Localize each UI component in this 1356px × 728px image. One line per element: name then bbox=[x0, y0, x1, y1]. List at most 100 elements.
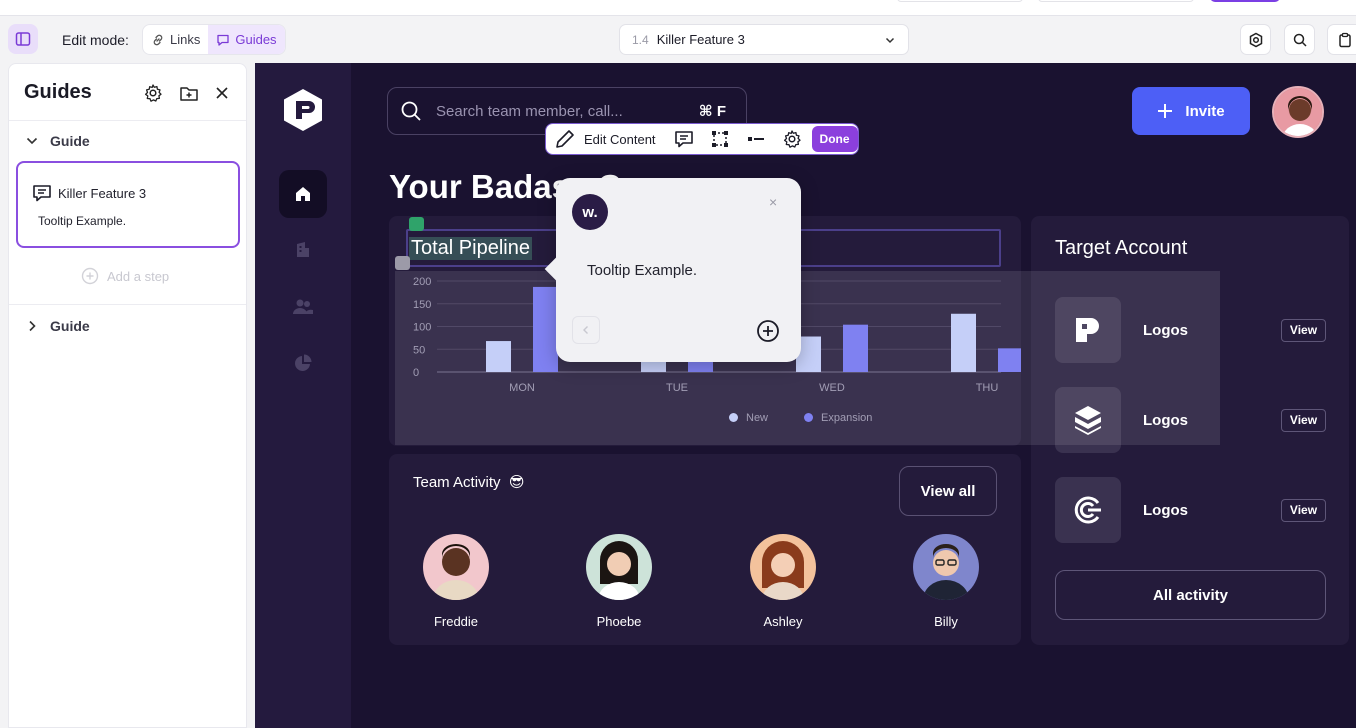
guide-group-label: Guide bbox=[50, 318, 90, 334]
step-card-header: Killer Feature 3 bbox=[32, 183, 146, 203]
step-select-dropdown[interactable]: 1.4 Killer Feature 3 bbox=[619, 24, 909, 55]
user-avatar[interactable] bbox=[1272, 86, 1324, 138]
guides-panel-title: Guides bbox=[24, 81, 92, 103]
guides-panel: Guides Guide Killer Feature 3 Tooltip Ex… bbox=[8, 63, 247, 728]
sidebar-icon bbox=[15, 32, 31, 46]
avatar bbox=[586, 534, 652, 600]
top-purple-button[interactable] bbox=[1210, 0, 1280, 2]
nav-companies[interactable] bbox=[279, 226, 327, 274]
pie-chart-icon bbox=[295, 354, 312, 371]
divider bbox=[9, 120, 246, 121]
top-ghost-control bbox=[1038, 0, 1194, 2]
chevron-right-icon bbox=[29, 320, 36, 332]
tooltip-close-icon[interactable]: × bbox=[769, 194, 777, 210]
clipboard-button[interactable] bbox=[1327, 24, 1356, 55]
edit-mode-label: Edit mode: bbox=[62, 32, 129, 48]
editor-toolbar: Edit mode: Links Guides 1.4 Killer Featu… bbox=[0, 16, 1356, 63]
account-view-button[interactable]: View bbox=[1281, 408, 1326, 432]
plus-circle-icon bbox=[81, 267, 99, 285]
tooltip-prev-button[interactable] bbox=[572, 316, 600, 344]
all-activity-button[interactable]: All activity bbox=[1055, 570, 1326, 620]
step-marker-badge[interactable] bbox=[409, 217, 424, 231]
selection-highlight-overlay bbox=[395, 271, 1220, 445]
search-shortcut: ⌘ F bbox=[698, 103, 726, 120]
add-button-icon[interactable] bbox=[756, 319, 780, 343]
step-settings-button[interactable] bbox=[774, 124, 810, 154]
browser-top-strip bbox=[0, 0, 1356, 16]
team-member-name: Ashley bbox=[763, 614, 803, 629]
edit-content-button[interactable]: Edit Content bbox=[554, 124, 666, 154]
chevron-down-icon bbox=[26, 137, 38, 145]
account-logo bbox=[1055, 477, 1121, 543]
guides-mode-button[interactable]: Guides bbox=[208, 25, 285, 54]
plus-icon bbox=[1158, 104, 1173, 118]
links-mode-button[interactable]: Links bbox=[143, 25, 208, 54]
guide-group-expanded[interactable]: Guide bbox=[26, 133, 90, 149]
team-member-billy[interactable]: Billy bbox=[906, 534, 986, 629]
avatar bbox=[423, 534, 489, 600]
nav-reports[interactable] bbox=[279, 339, 327, 387]
app-logo bbox=[284, 89, 322, 131]
tooltip-text[interactable]: Tooltip Example. bbox=[587, 262, 697, 279]
invite-button[interactable]: Invite bbox=[1132, 87, 1250, 135]
new-folder-button[interactable] bbox=[178, 82, 200, 104]
tooltip-step-icon bbox=[33, 185, 51, 202]
avatar-portrait bbox=[1274, 88, 1322, 136]
edit-mode-switch: Links Guides bbox=[142, 24, 286, 55]
search-icon bbox=[1293, 33, 1307, 47]
element-handle-badge[interactable] bbox=[395, 256, 410, 270]
guides-mode-label: Guides bbox=[235, 32, 277, 47]
guide-tooltip: w. × Tooltip Example. bbox=[556, 178, 801, 362]
pencil-icon bbox=[556, 130, 574, 148]
search-placeholder: Search team member, call... bbox=[436, 102, 623, 120]
account-row: Logos View bbox=[1055, 477, 1326, 543]
folder-plus-icon bbox=[180, 87, 198, 101]
step-card-description: Tooltip Example. bbox=[38, 214, 127, 228]
search-button[interactable] bbox=[1284, 24, 1315, 55]
select-element-button[interactable] bbox=[702, 124, 738, 154]
guide-group-collapsed[interactable]: Guide bbox=[26, 318, 90, 334]
close-panel-button[interactable] bbox=[211, 82, 233, 104]
chevron-left-icon bbox=[583, 326, 588, 334]
invite-label: Invite bbox=[1185, 102, 1225, 120]
team-activity-card: Team Activity 😎 View all Freddie Phoebe … bbox=[389, 454, 1021, 645]
search-icon bbox=[401, 101, 421, 121]
account-view-button[interactable]: View bbox=[1281, 318, 1326, 342]
team-member-name: Billy bbox=[934, 614, 958, 629]
layout-button[interactable] bbox=[738, 124, 774, 154]
done-button[interactable]: Done bbox=[811, 126, 858, 152]
edit-content-label: Edit Content bbox=[584, 131, 656, 147]
gear-icon bbox=[783, 130, 801, 148]
nav-home[interactable] bbox=[279, 170, 327, 218]
tooltip-type-button[interactable] bbox=[666, 124, 702, 154]
account-view-button[interactable]: View bbox=[1281, 498, 1326, 522]
add-step-button[interactable]: Add a step bbox=[81, 267, 169, 285]
users-icon bbox=[293, 299, 313, 314]
target-button[interactable] bbox=[1240, 24, 1271, 55]
guides-settings-button[interactable] bbox=[142, 82, 164, 104]
account-name: Logos bbox=[1143, 501, 1188, 519]
building-icon bbox=[297, 242, 309, 257]
step-number: 1.4 bbox=[632, 32, 649, 47]
view-all-button[interactable]: View all bbox=[899, 466, 997, 516]
nav-team[interactable] bbox=[279, 283, 327, 331]
team-member-phoebe[interactable]: Phoebe bbox=[579, 534, 659, 629]
divider bbox=[9, 304, 246, 305]
add-step-label: Add a step bbox=[107, 268, 170, 284]
close-icon bbox=[216, 87, 228, 99]
team-member-ashley[interactable]: Ashley bbox=[743, 534, 823, 629]
top-ghost-control bbox=[897, 0, 1023, 2]
app-nav-rail bbox=[255, 63, 351, 728]
arc-logo-icon bbox=[1074, 496, 1101, 524]
team-member-freddie[interactable]: Freddie bbox=[416, 534, 496, 629]
links-mode-label: Links bbox=[170, 32, 201, 47]
target-icon bbox=[1249, 32, 1262, 47]
chevron-down-icon bbox=[885, 37, 895, 43]
sunglasses-emoji: 😎 bbox=[508, 474, 525, 491]
floating-edit-bar: Edit Content Done bbox=[545, 123, 859, 155]
team-member-name: Freddie bbox=[433, 614, 479, 629]
guide-step-card[interactable]: Killer Feature 3 Tooltip Example. bbox=[16, 161, 240, 248]
comment-icon bbox=[674, 131, 693, 148]
team-member-name: Phoebe bbox=[596, 614, 642, 629]
sidebar-toggle-button[interactable] bbox=[8, 24, 38, 54]
